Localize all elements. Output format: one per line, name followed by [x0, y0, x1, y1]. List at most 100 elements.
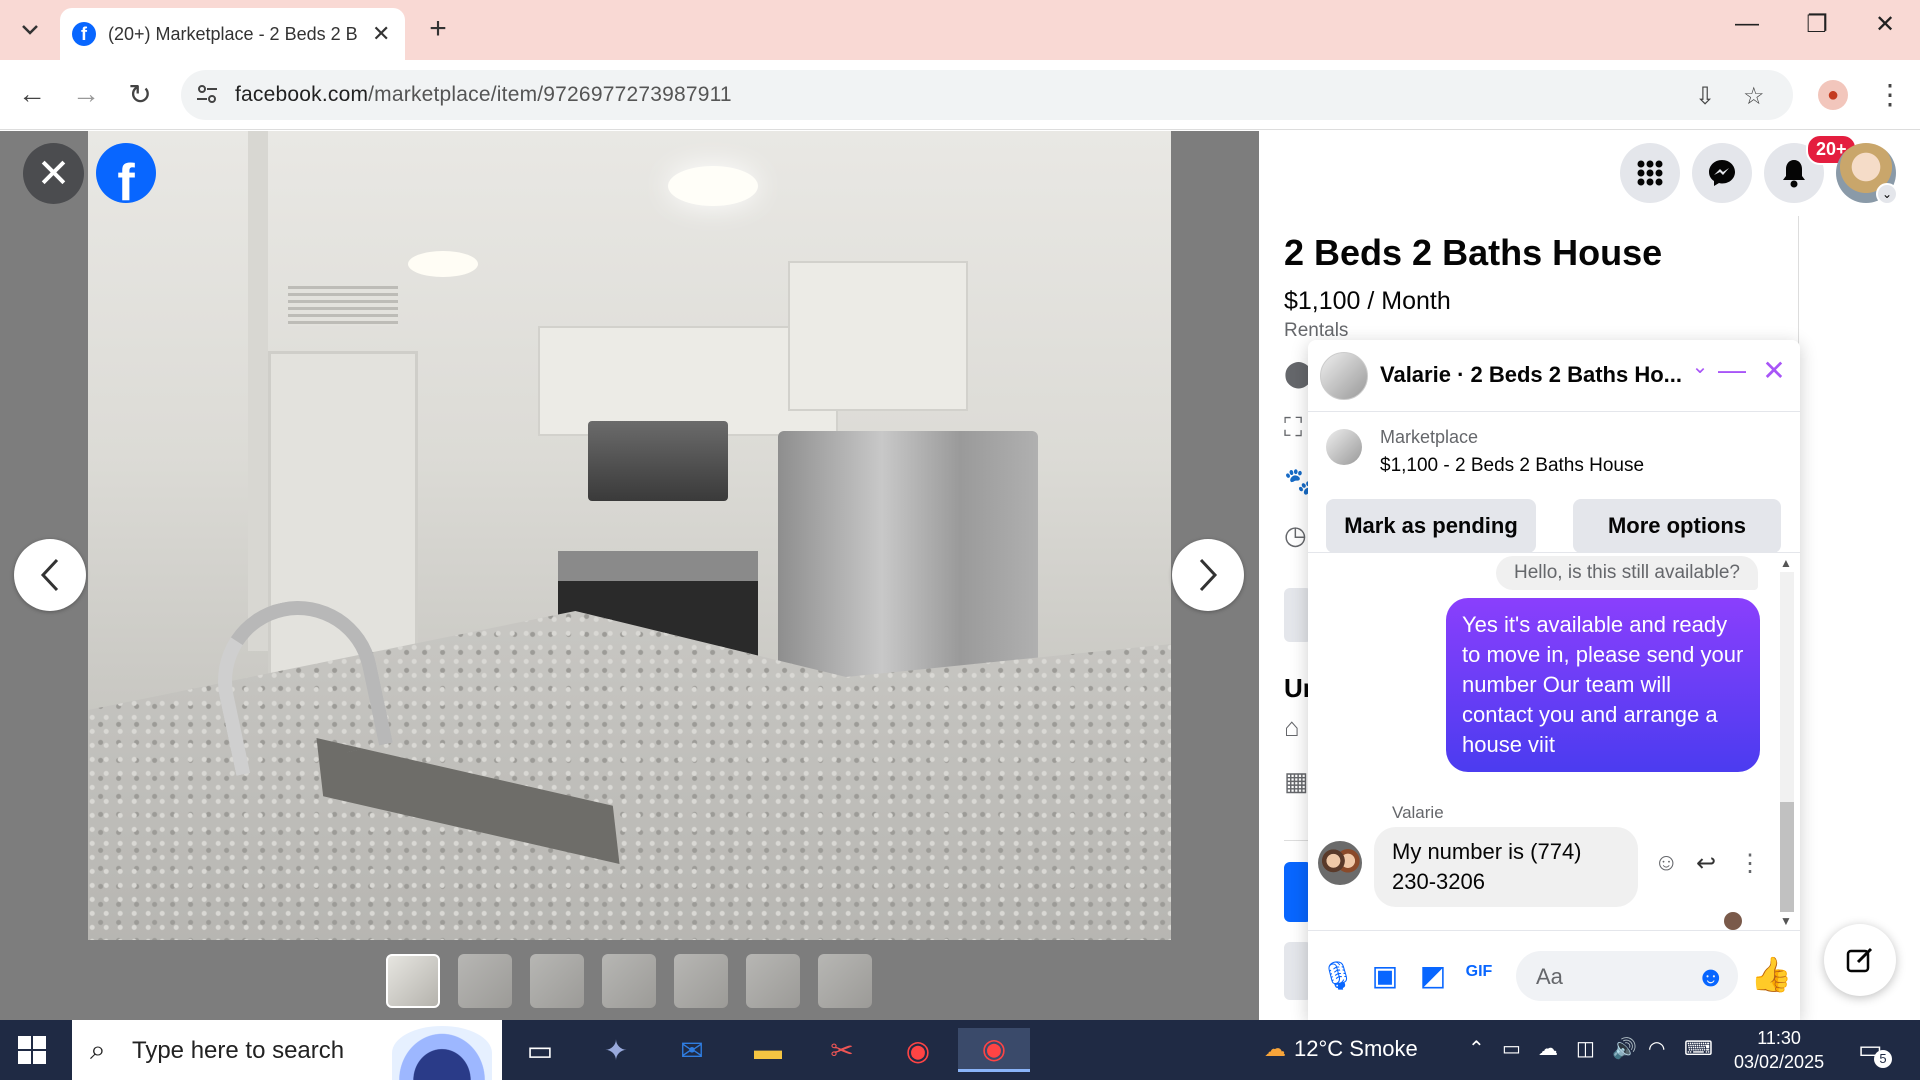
close-window-button[interactable]: ✕ [1860, 10, 1910, 39]
tab-close-icon[interactable]: ✕ [372, 21, 390, 47]
emoji-icon[interactable]: ☻ [1696, 961, 1725, 993]
search-highlight-image [392, 1026, 492, 1080]
chat-options-chevron-icon[interactable]: ⌄ [1682, 354, 1718, 379]
building-icon: ▦ [1284, 766, 1309, 796]
marketplace-item[interactable]: $1,100 - 2 Beds 2 Baths House [1380, 455, 1644, 477]
windows-start-button[interactable] [18, 1036, 46, 1064]
weather-text: 12°C Smoke [1294, 1036, 1418, 1061]
meet-icon[interactable]: ◫ [1576, 1036, 1595, 1061]
close-viewer-button[interactable]: ✕ [23, 143, 84, 204]
facebook-logo-icon[interactable]: f [96, 143, 156, 203]
scroll-down-icon[interactable]: ▼ [1780, 914, 1792, 928]
sender-avatar[interactable] [1318, 841, 1362, 885]
more-actions-icon[interactable]: ⋮ [1738, 849, 1762, 878]
chrome-menu-icon[interactable]: ⋮ [1876, 78, 1904, 111]
photo-thumbnail[interactable] [458, 954, 512, 1008]
taskbar-search-box[interactable]: ⌕ Type here to search [72, 1020, 502, 1080]
address-bar[interactable]: facebook.com/marketplace/item/9726977273… [181, 70, 1793, 120]
sticker-icon[interactable]: ◩ [1416, 959, 1450, 992]
message-input[interactable]: Aa ☻ [1516, 951, 1738, 1001]
weather-widget[interactable]: ☁ 12°C Smoke [1264, 1036, 1418, 1062]
account-chevron-icon[interactable]: ⌄ [1876, 183, 1898, 205]
messenger-button[interactable] [1692, 143, 1752, 203]
bell-icon [1783, 160, 1805, 188]
listing-title: 2 Beds 2 Baths House [1284, 232, 1663, 273]
copilot-icon[interactable]: ✦ [586, 1028, 646, 1072]
house-icon: ⌂ [1284, 712, 1300, 742]
taskbar-search-placeholder: Type here to search [132, 1037, 345, 1064]
outlook-icon[interactable]: ✉ [662, 1028, 722, 1072]
browser-tab[interactable]: f (20+) Marketplace - 2 Beds 2 Ba ✕ [60, 8, 405, 60]
previous-photo-button[interactable] [14, 539, 86, 611]
photo-thumbnail[interactable] [530, 954, 584, 1008]
battery-icon[interactable]: ▭ [1502, 1036, 1521, 1061]
site-info-icon[interactable] [195, 82, 221, 108]
close-chat-button[interactable]: ✕ [1756, 354, 1792, 387]
bookmark-star-icon[interactable]: ☆ [1743, 82, 1765, 111]
weather-icon: ☁ [1264, 1036, 1286, 1061]
browser-toolbar: ← → ↻ facebook.com/marketplace/item/9726… [0, 60, 1920, 130]
url-path: /marketplace/item/9726977273987911 [368, 83, 732, 106]
url-domain: facebook.com [235, 83, 369, 106]
minimize-chat-button[interactable]: — [1714, 354, 1750, 386]
chevron-left-icon [40, 558, 59, 592]
url-text: facebook.com/marketplace/item/9726977273… [235, 83, 732, 107]
listing-price: $1,100 / Month [1284, 287, 1451, 315]
file-explorer-icon[interactable]: ▬ [738, 1028, 798, 1072]
reload-button[interactable]: ↻ [122, 78, 158, 111]
photo-viewer: ✕ f [0, 131, 1259, 1020]
mark-as-pending-button[interactable]: Mark as pending [1326, 499, 1536, 553]
new-message-button[interactable] [1824, 924, 1896, 996]
snipping-tool-icon[interactable]: ✂ [812, 1028, 872, 1072]
reply-icon[interactable]: ↩ [1696, 849, 1716, 878]
menu-grid-button[interactable] [1620, 143, 1680, 203]
wifi-icon[interactable]: ◠ [1648, 1036, 1665, 1061]
chrome-profile-icon[interactable]: ● [1818, 80, 1848, 110]
scroll-thumb[interactable] [1780, 802, 1794, 912]
facebook-favicon-icon: f [72, 22, 96, 46]
react-emoji-icon[interactable]: ☺ [1654, 849, 1679, 877]
keyboard-icon[interactable]: ⌨ [1684, 1036, 1713, 1061]
chrome-icon[interactable]: ◉ [888, 1028, 948, 1072]
like-thumbs-up-icon[interactable]: 👍 [1750, 955, 1792, 995]
message-composer: 🎙 ▣ ◩ GIF Aa ☻ 👍 [1308, 930, 1800, 1020]
photo-attach-icon[interactable]: ▣ [1368, 959, 1402, 992]
notification-count: 5 [1874, 1050, 1892, 1068]
browser-tab-strip: f (20+) Marketplace - 2 Beds 2 Ba ✕ + — … [0, 0, 1920, 60]
show-hidden-icons[interactable]: ⌃ [1468, 1036, 1485, 1061]
notification-center-icon[interactable]: ▭ 5 [1858, 1034, 1892, 1068]
system-clock[interactable]: 11:30 03/02/2025 [1734, 1026, 1824, 1074]
photo-thumbnail[interactable] [386, 954, 440, 1008]
item-thumbnail [1326, 429, 1362, 465]
forward-button[interactable]: → [68, 78, 104, 110]
tab-search-button[interactable] [10, 12, 50, 48]
photo-thumbnail[interactable] [818, 954, 872, 1008]
task-view-icon[interactable]: ▭ [510, 1028, 570, 1072]
next-photo-button[interactable] [1172, 539, 1244, 611]
clock-icon: ◷ [1284, 520, 1307, 550]
onedrive-icon[interactable]: ☁ [1538, 1036, 1558, 1061]
chat-header[interactable]: Valarie · 2 Beds 2 Baths Ho... ⌄ — ✕ [1308, 340, 1800, 412]
back-button[interactable]: ← [14, 78, 50, 110]
photo-thumbnail[interactable] [674, 954, 728, 1008]
facebook-logo-letter: f [117, 154, 135, 203]
chrome-active-icon[interactable]: ◉ [958, 1028, 1030, 1072]
photo-thumbnail[interactable] [602, 954, 656, 1008]
chat-avatar [1320, 352, 1368, 400]
listing-category[interactable]: Rentals [1284, 320, 1348, 342]
message-scrollbar[interactable]: ▲ ▼ [1776, 554, 1796, 930]
more-options-button[interactable]: More options [1573, 499, 1781, 553]
message-input-placeholder: Aa [1536, 964, 1563, 989]
chat-title[interactable]: Valarie · 2 Beds 2 Baths Ho... [1380, 362, 1682, 388]
scroll-up-icon[interactable]: ▲ [1780, 556, 1792, 570]
photo-thumbnail[interactable] [746, 954, 800, 1008]
gif-icon[interactable]: GIF [1462, 963, 1496, 981]
microphone-icon[interactable]: 🎙 [1320, 959, 1356, 992]
restore-window-button[interactable]: ❐ [1792, 10, 1842, 39]
minimize-window-button[interactable]: — [1722, 10, 1772, 38]
search-icon: ⌕ [90, 1034, 106, 1065]
new-tab-button[interactable]: + [420, 12, 456, 48]
volume-icon[interactable]: 🔊 [1612, 1036, 1637, 1061]
install-app-icon[interactable]: ⇩ [1695, 82, 1715, 111]
listing-photo [88, 131, 1171, 940]
